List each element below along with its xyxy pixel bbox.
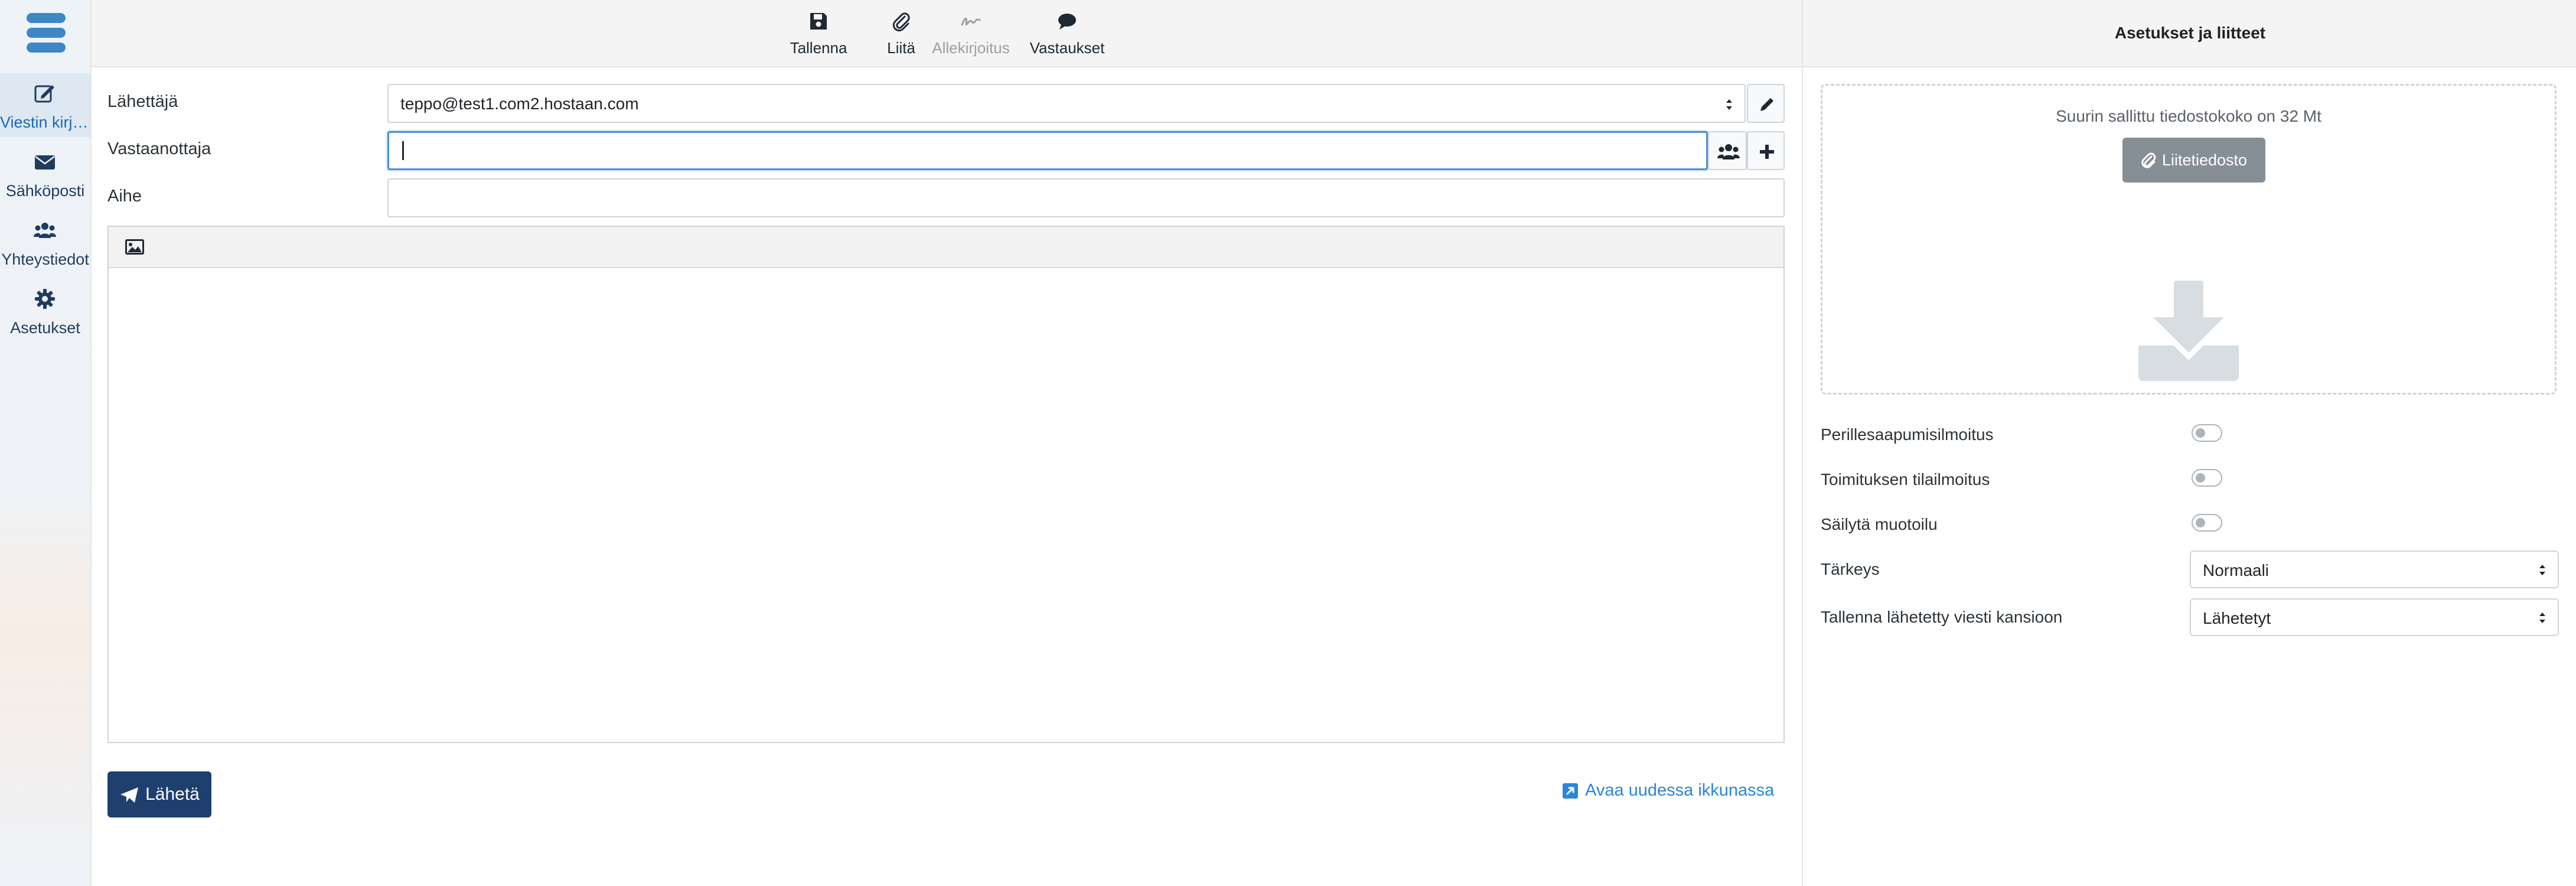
app-logo[interactable] bbox=[27, 13, 66, 53]
subject-row: Aihe bbox=[107, 178, 1785, 217]
editor-toolbar bbox=[109, 227, 1783, 268]
read-receipt-option: Perillesaapumisilmoitus bbox=[1821, 417, 2559, 452]
delivery-status-option: Toimituksen tilailmoitus bbox=[1821, 462, 2559, 497]
text-caret bbox=[402, 141, 404, 160]
sidebar-item-label: Sähköposti bbox=[5, 182, 85, 200]
keep-formatting-option: Säilytä muotoilu bbox=[1821, 507, 2559, 542]
paper-plane-icon bbox=[120, 787, 139, 803]
from-row: Lähettäjä teppo@test1.com2.hostaan.com bbox=[107, 84, 1785, 123]
attachment-dropzone[interactable]: Suurin sallittu tiedostokoko on 32 Mt Li… bbox=[1821, 84, 2557, 395]
compose-icon bbox=[34, 85, 54, 103]
insert-image-icon[interactable] bbox=[124, 237, 145, 256]
sidebar-item-mail[interactable]: Sähköposti bbox=[0, 142, 90, 206]
download-icon bbox=[2138, 281, 2239, 381]
select-caret-icon bbox=[1726, 99, 1732, 110]
read-receipt-toggle[interactable] bbox=[2192, 424, 2222, 442]
gear-icon bbox=[35, 289, 55, 309]
comment-icon bbox=[1058, 14, 1076, 30]
keep-formatting-toggle[interactable] bbox=[2192, 514, 2222, 532]
signature-button[interactable]: Allekirjoitus bbox=[928, 0, 1014, 66]
message-editor bbox=[107, 226, 1785, 743]
to-label: Vastaanottaja bbox=[107, 139, 211, 158]
panel-title: Asetukset ja liitteet bbox=[1803, 0, 2576, 67]
from-select[interactable]: teppo@test1.com2.hostaan.com bbox=[387, 84, 1746, 123]
to-input[interactable] bbox=[387, 131, 1708, 170]
sidebar-item-label: Viestin kirjo… bbox=[0, 113, 90, 131]
sidebar-item-compose[interactable]: Viestin kirjo… bbox=[0, 73, 90, 137]
from-label: Lähettäjä bbox=[107, 92, 178, 111]
compose-toolbar: Tallenna Liitä Allekirjoitus Vastaukset bbox=[92, 0, 1802, 67]
save-folder-select[interactable]: Lähetetyt bbox=[2190, 598, 2559, 636]
attach-button[interactable]: Liitä bbox=[876, 0, 927, 66]
settings-attachments-panel: Asetukset ja liitteet Suurin sallittu ti… bbox=[1802, 0, 2576, 886]
sidebar-item-label: Asetukset bbox=[10, 319, 80, 337]
sidebar-item-contacts[interactable]: Yhteystiedot bbox=[0, 210, 90, 274]
pencil-icon bbox=[1760, 98, 1773, 111]
priority-select[interactable]: Normaali bbox=[2190, 551, 2559, 588]
users-icon bbox=[34, 223, 56, 238]
users-icon bbox=[1717, 144, 1740, 159]
select-caret-icon bbox=[2539, 565, 2545, 575]
paperclip-icon bbox=[2141, 152, 2156, 168]
to-row: Vastaanottaja bbox=[107, 131, 1785, 170]
open-in-new-window-link[interactable]: Avaa uudessa ikkunassa bbox=[1561, 781, 1774, 800]
add-recipient-button[interactable] bbox=[1747, 131, 1785, 170]
save-folder-row: Tallenna lähetetty viesti kansioon Lähet… bbox=[1821, 598, 2559, 636]
message-body[interactable] bbox=[109, 268, 1783, 742]
edit-identity-button[interactable] bbox=[1747, 84, 1785, 123]
plus-icon bbox=[1760, 145, 1774, 159]
subject-label: Aihe bbox=[107, 187, 142, 206]
app-sidebar: Viestin kirjo… Sähköposti Yhteystiedot A… bbox=[0, 0, 92, 886]
save-button[interactable]: Tallenna bbox=[782, 0, 855, 66]
attach-file-button[interactable]: Liitetiedosto bbox=[2122, 138, 2265, 183]
sidebar-item-label: Yhteystiedot bbox=[1, 250, 89, 268]
signature-icon bbox=[961, 17, 981, 26]
priority-row: Tärkeys Normaali bbox=[1821, 551, 2559, 588]
add-contact-from-addressbook-button[interactable] bbox=[1708, 131, 1747, 170]
delivery-status-toggle[interactable] bbox=[2192, 469, 2222, 487]
save-icon bbox=[810, 13, 827, 30]
envelope-icon bbox=[35, 155, 55, 170]
subject-input[interactable] bbox=[387, 178, 1785, 217]
responses-button[interactable]: Vastaukset bbox=[1021, 0, 1113, 66]
max-size-text: Suurin sallittu tiedostokoko on 32 Mt bbox=[2056, 107, 2321, 125]
paperclip-icon bbox=[892, 12, 910, 32]
select-caret-icon bbox=[2539, 613, 2545, 623]
sidebar-item-settings[interactable]: Asetukset bbox=[0, 279, 90, 343]
send-button[interactable]: Lähetä bbox=[107, 771, 211, 817]
external-link-icon bbox=[1563, 783, 1578, 799]
